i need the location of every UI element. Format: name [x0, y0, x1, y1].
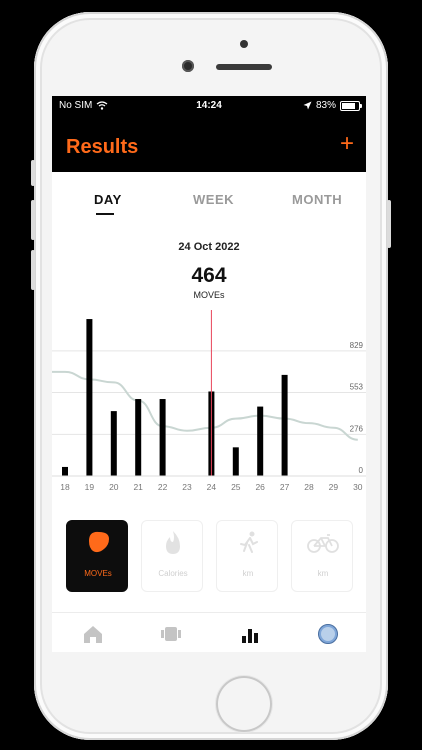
- y-tick-label: 276: [350, 424, 364, 433]
- bar: [62, 466, 68, 476]
- bar: [281, 374, 288, 476]
- card-label: Calories: [158, 569, 188, 578]
- flame-icon: [166, 531, 180, 554]
- card-label: km: [242, 569, 254, 578]
- bar: [86, 319, 93, 476]
- tab-day[interactable]: DAY: [94, 192, 122, 207]
- watch-icon[interactable]: [160, 623, 182, 645]
- app-screen: No SIM 14:24 83% Results + DAY WEEK MONT…: [52, 96, 366, 652]
- x-tick-label: 29: [329, 482, 339, 492]
- x-tick-label: 28: [304, 482, 314, 492]
- home-button[interactable]: [216, 676, 272, 732]
- x-tick-label: 26: [255, 482, 265, 492]
- moves-blob-icon: [89, 531, 109, 553]
- mute-switch: [31, 160, 35, 186]
- card-cycling-distance[interactable]: km: [291, 520, 353, 592]
- battery-percent: 83%: [315, 100, 336, 111]
- page-title: Results: [66, 136, 139, 158]
- home-icon[interactable]: [82, 623, 104, 645]
- x-tick-label: 27: [280, 482, 290, 492]
- bicycle-icon: [307, 534, 339, 553]
- selected-value: 464: [191, 264, 227, 287]
- bar: [110, 411, 117, 476]
- bar: [257, 406, 264, 476]
- power-button: [387, 200, 391, 248]
- bar-chart-icon[interactable]: [239, 623, 261, 645]
- metric-cards: MOVEs Calories km km: [52, 520, 366, 594]
- card-running-distance[interactable]: km: [216, 520, 278, 592]
- bar: [135, 399, 142, 476]
- card-label: MOVEs: [84, 569, 112, 578]
- earpiece-speaker: [216, 64, 272, 70]
- card-moves[interactable]: MOVEs: [66, 520, 128, 592]
- y-tick-label: 553: [350, 383, 364, 392]
- tab-month[interactable]: MONTH: [292, 192, 342, 207]
- bar: [232, 447, 239, 476]
- location-arrow-icon: [303, 101, 312, 110]
- front-camera: [182, 60, 194, 72]
- x-tick-label: 30: [353, 482, 363, 492]
- x-tick-label: 19: [85, 482, 95, 492]
- front-sensor: [240, 40, 248, 48]
- status-bar: No SIM 14:24 83%: [52, 96, 366, 116]
- selected-date: 24 Oct 2022: [178, 241, 240, 253]
- volume-up-button: [31, 200, 35, 240]
- period-tabs: DAY WEEK MONTH: [52, 192, 366, 216]
- x-tick-label: 25: [231, 482, 241, 492]
- tab-week[interactable]: WEEK: [193, 192, 234, 207]
- x-tick-label: 24: [207, 482, 217, 492]
- bottom-tab-bar: [52, 612, 366, 652]
- x-tick-label: 21: [133, 482, 143, 492]
- metric-unit-label: MOVEs: [193, 290, 225, 300]
- moves-chart[interactable]: 0 276 553 829 18 19 20 21 22 23 24 25 26 27 28 29 30: [52, 310, 366, 510]
- add-button[interactable]: +: [340, 132, 354, 156]
- battery-fill: [342, 102, 356, 109]
- y-tick-label: 0: [359, 466, 364, 475]
- x-tick-label: 22: [158, 482, 168, 492]
- x-tick-label: 20: [109, 482, 119, 492]
- running-icon: [240, 531, 258, 553]
- header-bar: Results +: [52, 116, 366, 172]
- active-tab-indicator: [96, 213, 114, 215]
- profile-icon[interactable]: [317, 623, 339, 645]
- x-tick-label: 23: [182, 482, 192, 492]
- card-label: km: [317, 569, 329, 578]
- trend-line: [52, 370, 358, 441]
- y-tick-label: 829: [350, 341, 364, 350]
- battery-icon: [340, 100, 362, 111]
- x-tick-label: 18: [60, 482, 70, 492]
- volume-down-button: [31, 250, 35, 290]
- bar: [159, 399, 166, 476]
- card-calories[interactable]: Calories: [141, 520, 203, 592]
